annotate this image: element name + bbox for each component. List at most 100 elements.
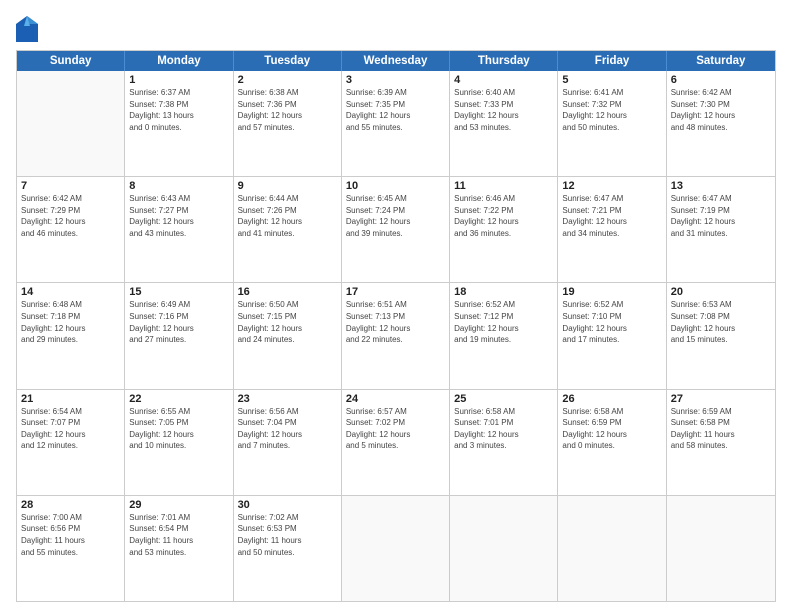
day-number: 10 xyxy=(346,180,445,192)
day-info-line: Sunrise: 6:40 AM xyxy=(454,87,553,99)
calendar: SundayMondayTuesdayWednesdayThursdayFrid… xyxy=(16,50,776,602)
day-info-line: Daylight: 11 hours xyxy=(129,535,228,547)
day-info-line: Sunrise: 6:44 AM xyxy=(238,193,337,205)
day-info-line: Sunset: 7:04 PM xyxy=(238,417,337,429)
day-info: Sunrise: 6:59 AMSunset: 6:58 PMDaylight:… xyxy=(671,406,771,452)
day-info: Sunrise: 6:51 AMSunset: 7:13 PMDaylight:… xyxy=(346,299,445,345)
day-number: 30 xyxy=(238,499,337,511)
day-number: 7 xyxy=(21,180,120,192)
calendar-cell: 20Sunrise: 6:53 AMSunset: 7:08 PMDayligh… xyxy=(667,283,775,388)
day-info-line: Sunset: 7:38 PM xyxy=(129,99,228,111)
day-info: Sunrise: 7:01 AMSunset: 6:54 PMDaylight:… xyxy=(129,512,228,558)
day-info-line: Daylight: 12 hours xyxy=(346,429,445,441)
day-info-line: and 0 minutes. xyxy=(129,122,228,134)
day-info-line: Sunset: 7:15 PM xyxy=(238,311,337,323)
day-info-line: Daylight: 12 hours xyxy=(238,216,337,228)
day-info-line: Sunset: 7:35 PM xyxy=(346,99,445,111)
day-info: Sunrise: 6:47 AMSunset: 7:19 PMDaylight:… xyxy=(671,193,771,239)
day-info: Sunrise: 6:55 AMSunset: 7:05 PMDaylight:… xyxy=(129,406,228,452)
day-info-line: Sunrise: 6:59 AM xyxy=(671,406,771,418)
day-info-line: Sunrise: 6:55 AM xyxy=(129,406,228,418)
day-info: Sunrise: 6:54 AMSunset: 7:07 PMDaylight:… xyxy=(21,406,120,452)
day-info-line: and 58 minutes. xyxy=(671,440,771,452)
day-info: Sunrise: 6:39 AMSunset: 7:35 PMDaylight:… xyxy=(346,87,445,133)
day-info-line: Daylight: 12 hours xyxy=(671,110,771,122)
header-day-friday: Friday xyxy=(558,51,666,71)
calendar-cell: 26Sunrise: 6:58 AMSunset: 6:59 PMDayligh… xyxy=(558,390,666,495)
calendar-cell: 24Sunrise: 6:57 AMSunset: 7:02 PMDayligh… xyxy=(342,390,450,495)
calendar-cell xyxy=(558,496,666,601)
day-info: Sunrise: 6:41 AMSunset: 7:32 PMDaylight:… xyxy=(562,87,661,133)
day-info-line: Daylight: 12 hours xyxy=(129,323,228,335)
day-info-line: Sunrise: 6:39 AM xyxy=(346,87,445,99)
calendar-week-4: 21Sunrise: 6:54 AMSunset: 7:07 PMDayligh… xyxy=(17,390,775,496)
day-number: 18 xyxy=(454,286,553,298)
calendar-cell: 7Sunrise: 6:42 AMSunset: 7:29 PMDaylight… xyxy=(17,177,125,282)
day-info-line: Sunrise: 6:38 AM xyxy=(238,87,337,99)
calendar-body: 1Sunrise: 6:37 AMSunset: 7:38 PMDaylight… xyxy=(17,71,775,601)
day-info-line: Daylight: 12 hours xyxy=(562,110,661,122)
day-info-line: Daylight: 12 hours xyxy=(454,323,553,335)
day-info-line: Sunrise: 6:43 AM xyxy=(129,193,228,205)
day-info-line: Sunset: 6:59 PM xyxy=(562,417,661,429)
logo xyxy=(16,16,40,42)
day-info-line: Sunrise: 6:58 AM xyxy=(562,406,661,418)
calendar-cell: 17Sunrise: 6:51 AMSunset: 7:13 PMDayligh… xyxy=(342,283,450,388)
day-info-line: Daylight: 12 hours xyxy=(562,216,661,228)
day-info-line: Sunset: 7:29 PM xyxy=(21,205,120,217)
day-number: 14 xyxy=(21,286,120,298)
calendar-cell: 30Sunrise: 7:02 AMSunset: 6:53 PMDayligh… xyxy=(234,496,342,601)
day-info-line: and 39 minutes. xyxy=(346,228,445,240)
day-info-line: Sunrise: 6:41 AM xyxy=(562,87,661,99)
day-info-line: and 29 minutes. xyxy=(21,334,120,346)
day-info-line: Sunset: 7:16 PM xyxy=(129,311,228,323)
day-info-line: Sunset: 7:19 PM xyxy=(671,205,771,217)
header-day-wednesday: Wednesday xyxy=(342,51,450,71)
day-info-line: and 41 minutes. xyxy=(238,228,337,240)
day-info-line: and 46 minutes. xyxy=(21,228,120,240)
day-info-line: Sunset: 7:30 PM xyxy=(671,99,771,111)
day-info: Sunrise: 6:49 AMSunset: 7:16 PMDaylight:… xyxy=(129,299,228,345)
day-info-line: Sunset: 7:22 PM xyxy=(454,205,553,217)
day-number: 24 xyxy=(346,393,445,405)
day-info-line: Sunset: 7:07 PM xyxy=(21,417,120,429)
day-info: Sunrise: 6:47 AMSunset: 7:21 PMDaylight:… xyxy=(562,193,661,239)
day-info-line: Sunset: 7:33 PM xyxy=(454,99,553,111)
day-info-line: Sunset: 7:02 PM xyxy=(346,417,445,429)
day-info-line: and 36 minutes. xyxy=(454,228,553,240)
day-info-line: and 0 minutes. xyxy=(562,440,661,452)
day-info-line: Daylight: 12 hours xyxy=(238,323,337,335)
day-info-line: Sunset: 7:21 PM xyxy=(562,205,661,217)
day-info-line: Daylight: 12 hours xyxy=(21,429,120,441)
day-info-line: Daylight: 11 hours xyxy=(21,535,120,547)
day-info-line: and 24 minutes. xyxy=(238,334,337,346)
day-number: 17 xyxy=(346,286,445,298)
day-info-line: Sunset: 7:05 PM xyxy=(129,417,228,429)
day-info: Sunrise: 6:58 AMSunset: 7:01 PMDaylight:… xyxy=(454,406,553,452)
day-info-line: Sunrise: 6:51 AM xyxy=(346,299,445,311)
day-info-line: Sunrise: 6:49 AM xyxy=(129,299,228,311)
header-day-thursday: Thursday xyxy=(450,51,558,71)
day-info-line: and 5 minutes. xyxy=(346,440,445,452)
day-info-line: Daylight: 13 hours xyxy=(129,110,228,122)
day-info-line: and 17 minutes. xyxy=(562,334,661,346)
day-info-line: Sunset: 6:58 PM xyxy=(671,417,771,429)
day-number: 21 xyxy=(21,393,120,405)
day-number: 22 xyxy=(129,393,228,405)
day-info-line: Sunrise: 6:52 AM xyxy=(562,299,661,311)
day-info-line: Sunrise: 6:47 AM xyxy=(671,193,771,205)
logo-icon xyxy=(16,16,38,42)
day-info-line: Sunset: 7:10 PM xyxy=(562,311,661,323)
header-row xyxy=(16,14,776,42)
calendar-cell: 9Sunrise: 6:44 AMSunset: 7:26 PMDaylight… xyxy=(234,177,342,282)
header-day-saturday: Saturday xyxy=(667,51,775,71)
day-number: 5 xyxy=(562,74,661,86)
day-info: Sunrise: 6:42 AMSunset: 7:29 PMDaylight:… xyxy=(21,193,120,239)
day-info: Sunrise: 6:57 AMSunset: 7:02 PMDaylight:… xyxy=(346,406,445,452)
day-info-line: Daylight: 12 hours xyxy=(671,216,771,228)
day-info-line: Sunset: 7:27 PM xyxy=(129,205,228,217)
day-info-line: and 50 minutes. xyxy=(238,547,337,559)
calendar-cell: 6Sunrise: 6:42 AMSunset: 7:30 PMDaylight… xyxy=(667,71,775,176)
day-info: Sunrise: 6:58 AMSunset: 6:59 PMDaylight:… xyxy=(562,406,661,452)
day-info-line: and 48 minutes. xyxy=(671,122,771,134)
